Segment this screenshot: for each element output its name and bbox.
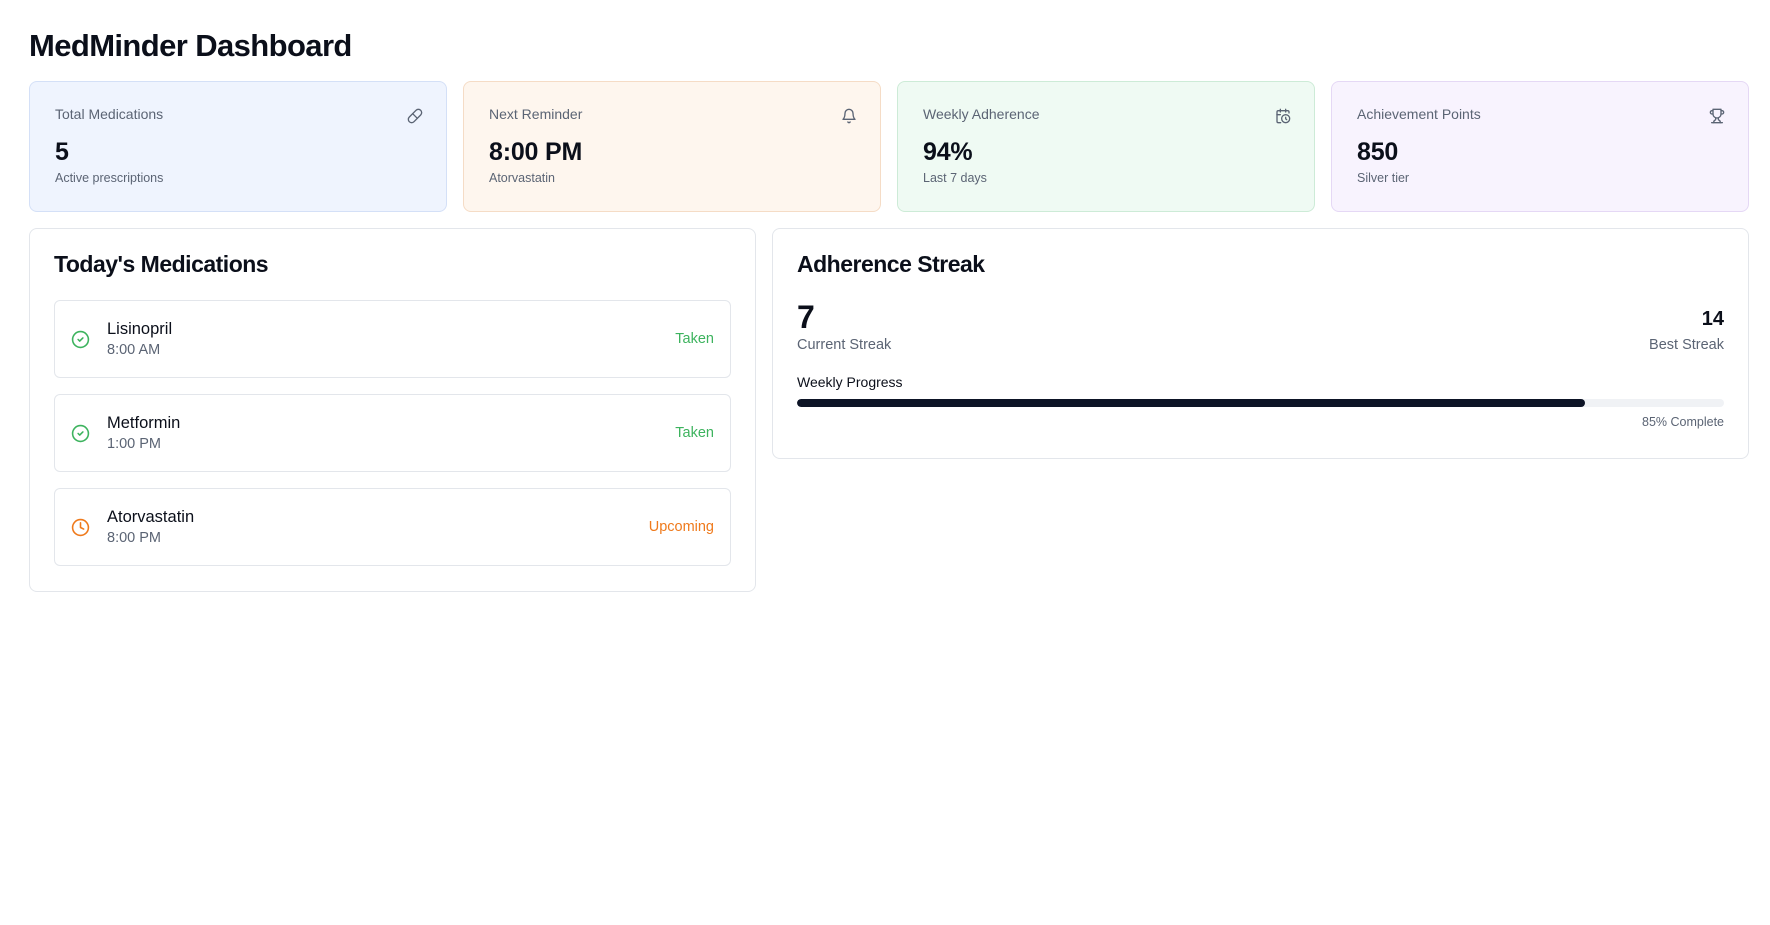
stat-card-achievement-points: Achievement Points 850 Silver tier <box>1331 81 1749 212</box>
medication-item[interactable]: Lisinopril 8:00 AM Taken <box>54 300 731 378</box>
check-circle-icon <box>71 330 90 349</box>
medication-name: Lisinopril <box>107 320 173 338</box>
stat-sub: Last 7 days <box>923 171 987 185</box>
status-badge: Taken <box>675 331 714 347</box>
dashboard-page: MedMinder Dashboard Total Medications 5 … <box>0 0 1770 925</box>
weekly-progress-bar <box>797 399 1724 407</box>
status-badge: Upcoming <box>648 519 714 535</box>
medication-item[interactable]: Atorvastatin 8:00 PM Upcoming <box>54 488 731 566</box>
medication-time: 8:00 AM <box>107 342 161 358</box>
stat-value: 94% <box>923 138 973 166</box>
weekly-progress-text: 85% Complete <box>1642 415 1724 429</box>
medication-list: Lisinopril 8:00 AM Taken Metformin 1:00 … <box>54 300 731 566</box>
medication-name: Metformin <box>107 414 181 432</box>
pill-icon <box>407 108 423 124</box>
medication-time: 8:00 PM <box>107 530 161 546</box>
trophy-icon <box>1709 108 1725 124</box>
stat-sub: Active prescriptions <box>55 171 164 185</box>
stat-label: Achievement Points <box>1357 106 1481 122</box>
clock-icon <box>71 518 90 537</box>
card-title: Adherence Streak <box>797 251 985 277</box>
stat-label: Total Medications <box>55 106 164 122</box>
stat-value: 850 <box>1357 138 1399 166</box>
page-title: MedMinder Dashboard <box>29 28 352 63</box>
best-streak-label: Best Streak <box>1649 337 1724 353</box>
medication-name: Atorvastatin <box>107 508 195 526</box>
medication-time: 1:00 PM <box>107 436 161 452</box>
stat-value: 8:00 PM <box>489 138 583 166</box>
stat-sub: Atorvastatin <box>489 171 556 185</box>
streak-stats: 7 Current Streak 14 Best Streak <box>797 300 1724 356</box>
stat-card-total-medications: Total Medications 5 Active prescriptions <box>29 81 447 212</box>
medication-item[interactable]: Metformin 1:00 PM Taken <box>54 394 731 472</box>
stat-value: 5 <box>55 138 69 166</box>
bell-icon <box>841 108 857 124</box>
medication-info: Atorvastatin 8:00 PM <box>107 507 649 547</box>
stat-label: Next Reminder <box>489 106 583 122</box>
calendar-clock-icon <box>1275 108 1291 124</box>
stats-row: Total Medications 5 Active prescriptions… <box>29 81 1749 212</box>
weekly-progress-label: Weekly Progress <box>797 374 903 390</box>
medication-info: Lisinopril 8:00 AM <box>107 319 675 359</box>
status-badge: Taken <box>675 425 714 441</box>
stat-card-weekly-adherence: Weekly Adherence 94% Last 7 days <box>897 81 1315 212</box>
weekly-progress-fill <box>797 399 1585 407</box>
stat-sub: Silver tier <box>1357 171 1410 185</box>
best-streak-value: 14 <box>1701 308 1724 330</box>
current-streak-value: 7 <box>797 299 815 335</box>
medication-info: Metformin 1:00 PM <box>107 413 675 453</box>
card-title: Today's Medications <box>54 251 269 277</box>
check-circle-icon <box>71 424 90 443</box>
stat-card-next-reminder: Next Reminder 8:00 PM Atorvastatin <box>463 81 881 212</box>
stat-label: Weekly Adherence <box>923 106 1040 122</box>
todays-medications-card: Today's Medications Lisinopril 8:00 AM T… <box>29 228 756 592</box>
current-streak-label: Current Streak <box>797 337 892 353</box>
adherence-streak-card: Adherence Streak 7 Current Streak 14 Bes… <box>772 228 1749 459</box>
